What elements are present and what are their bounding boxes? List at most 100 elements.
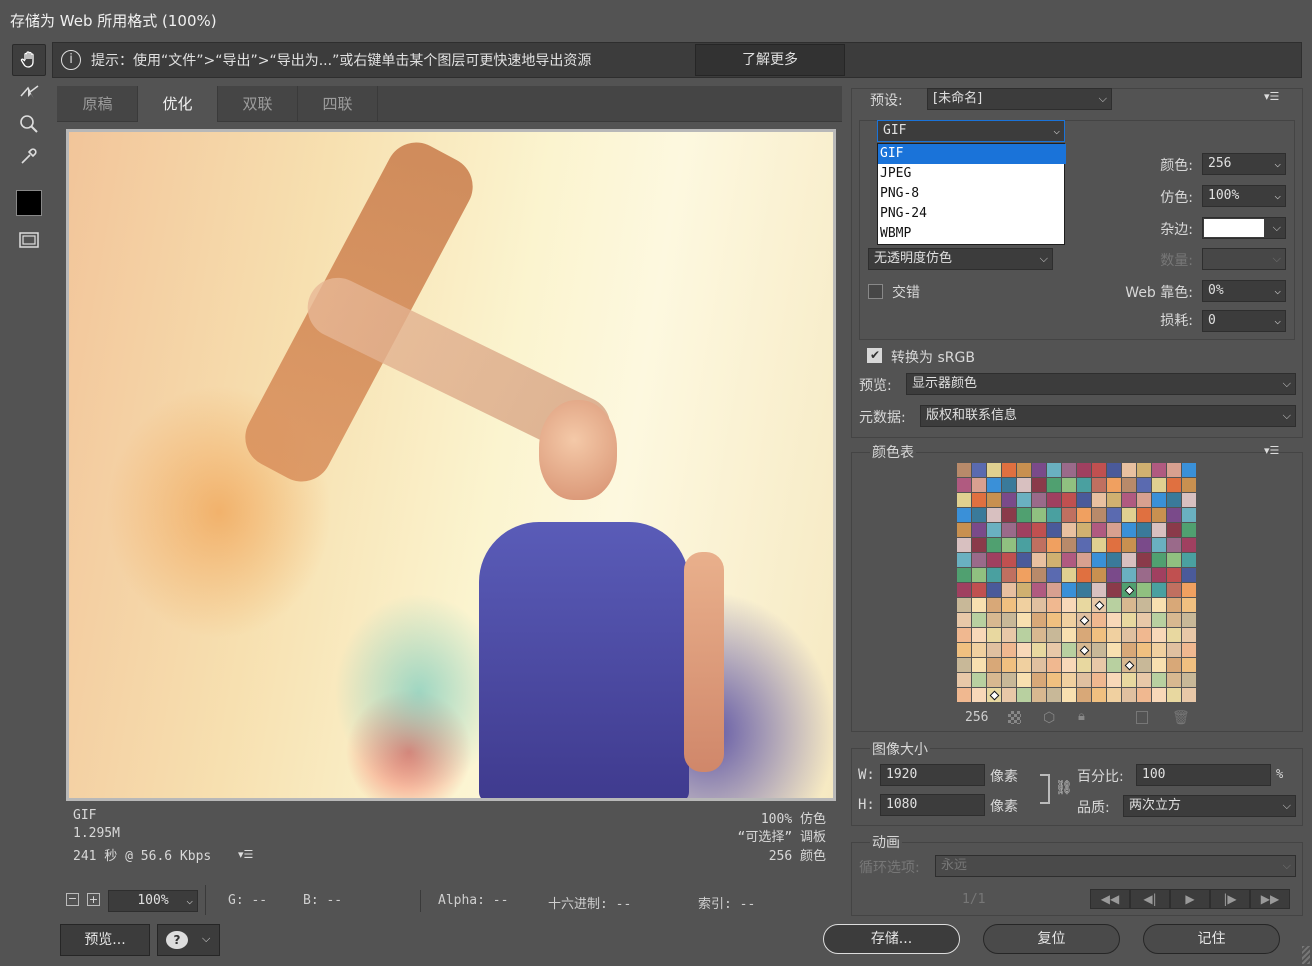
palette-swatch[interactable] <box>1092 568 1107 583</box>
palette-swatch[interactable] <box>1062 508 1077 523</box>
palette-swatch[interactable] <box>1077 688 1092 703</box>
palette-swatch[interactable] <box>1137 598 1152 613</box>
slice-select-tool[interactable] <box>12 76 46 108</box>
palette-swatch[interactable] <box>1047 493 1062 508</box>
percent-input[interactable]: 100 <box>1136 764 1271 786</box>
palette-swatch[interactable] <box>1077 583 1092 598</box>
palette-swatch[interactable] <box>1047 673 1062 688</box>
palette-swatch[interactable] <box>1107 673 1122 688</box>
palette-swatch[interactable] <box>987 508 1002 523</box>
preview-image[interactable] <box>69 132 833 798</box>
palette-swatch[interactable] <box>1032 478 1047 493</box>
palette-swatch[interactable] <box>1137 553 1152 568</box>
convert-srgb-checkbox[interactable] <box>867 348 882 363</box>
palette-swatch[interactable] <box>1077 568 1092 583</box>
palette-swatch[interactable] <box>1032 493 1047 508</box>
map-transparency-icon[interactable] <box>1008 711 1021 724</box>
palette-swatch[interactable] <box>1092 583 1107 598</box>
palette-swatch[interactable] <box>1047 583 1062 598</box>
palette-swatch[interactable] <box>1152 478 1167 493</box>
palette-swatch[interactable] <box>1152 598 1167 613</box>
palette-swatch[interactable] <box>1122 493 1137 508</box>
palette-swatch[interactable] <box>1062 613 1077 628</box>
palette-swatch[interactable] <box>1092 658 1107 673</box>
palette-swatch[interactable] <box>1182 628 1197 643</box>
palette-swatch[interactable] <box>972 658 987 673</box>
palette-swatch[interactable] <box>957 508 972 523</box>
palette-swatch[interactable] <box>1017 613 1032 628</box>
palette-swatch[interactable] <box>1002 493 1017 508</box>
palette-swatch[interactable] <box>987 688 1002 703</box>
download-speed-menu-icon[interactable]: ▾☰ <box>238 848 253 861</box>
preview-color-select[interactable]: 显示器颜色 ⌵ <box>906 373 1296 395</box>
palette-swatch[interactable] <box>1152 673 1167 688</box>
palette-swatch[interactable] <box>1092 478 1107 493</box>
palette-swatch[interactable] <box>1182 538 1197 553</box>
preview-in-browser-button[interactable]: 预览... <box>60 924 150 956</box>
zoom-level-select[interactable]: 100% ⌵ <box>108 890 198 912</box>
palette-swatch[interactable] <box>1167 538 1182 553</box>
palette-swatch[interactable] <box>1062 523 1077 538</box>
palette-swatch[interactable] <box>1077 463 1092 478</box>
palette-swatch[interactable] <box>972 493 987 508</box>
learn-more-button[interactable]: 了解更多 <box>695 44 845 76</box>
palette-swatch[interactable] <box>1032 568 1047 583</box>
palette-swatch[interactable] <box>1017 688 1032 703</box>
palette-swatch[interactable] <box>1092 613 1107 628</box>
palette-swatch[interactable] <box>1047 478 1062 493</box>
metadata-select[interactable]: 版权和联系信息 ⌵ <box>920 405 1296 427</box>
palette-swatch[interactable] <box>1062 493 1077 508</box>
format-select[interactable]: GIF ⌵ <box>877 120 1065 142</box>
palette-swatch[interactable] <box>1017 673 1032 688</box>
palette-swatch[interactable] <box>987 643 1002 658</box>
palette-swatch[interactable] <box>1137 568 1152 583</box>
palette-swatch[interactable] <box>972 568 987 583</box>
quality-select[interactable]: 两次立方 ⌵ <box>1123 795 1296 817</box>
palette-swatch[interactable] <box>1062 463 1077 478</box>
palette-swatch[interactable] <box>987 598 1002 613</box>
palette-swatch[interactable] <box>987 583 1002 598</box>
palette-swatch[interactable] <box>957 523 972 538</box>
palette-swatch[interactable] <box>1047 628 1062 643</box>
palette-swatch[interactable] <box>1167 658 1182 673</box>
palette-swatch[interactable] <box>957 673 972 688</box>
palette-swatch[interactable] <box>1047 568 1062 583</box>
palette-swatch[interactable] <box>1107 598 1122 613</box>
palette-swatch[interactable] <box>1002 568 1017 583</box>
palette-swatch[interactable] <box>1122 553 1137 568</box>
zoom-in-button[interactable]: + <box>87 893 100 906</box>
palette-swatch[interactable] <box>1107 688 1122 703</box>
palette-swatch[interactable] <box>1182 523 1197 538</box>
palette-swatch[interactable] <box>1182 508 1197 523</box>
palette-swatch[interactable] <box>1047 643 1062 658</box>
format-option-png8[interactable]: PNG-8 <box>878 184 1066 204</box>
palette-swatch[interactable] <box>1182 493 1197 508</box>
zoom-out-button[interactable]: − <box>66 893 79 906</box>
palette-swatch[interactable] <box>1017 538 1032 553</box>
loop-select[interactable]: 永远 ⌵ <box>935 855 1296 877</box>
palette-swatch[interactable] <box>1122 523 1137 538</box>
palette-swatch[interactable] <box>1152 568 1167 583</box>
palette-swatch[interactable] <box>1092 598 1107 613</box>
palette-swatch[interactable] <box>1122 688 1137 703</box>
palette-swatch[interactable] <box>1122 643 1137 658</box>
palette-swatch[interactable] <box>1047 658 1062 673</box>
palette-swatch[interactable] <box>1122 628 1137 643</box>
palette-swatch[interactable] <box>1107 628 1122 643</box>
resize-grip[interactable] <box>1302 946 1310 964</box>
palette-swatch[interactable] <box>1032 613 1047 628</box>
palette-swatch[interactable] <box>972 523 987 538</box>
palette-swatch[interactable] <box>1152 628 1167 643</box>
palette-swatch[interactable] <box>987 553 1002 568</box>
palette-swatch[interactable] <box>1182 688 1197 703</box>
palette-swatch[interactable] <box>1062 583 1077 598</box>
palette-swatch[interactable] <box>1152 583 1167 598</box>
palette-swatch[interactable] <box>972 553 987 568</box>
palette-swatch[interactable] <box>1137 538 1152 553</box>
palette-swatch[interactable] <box>1122 538 1137 553</box>
palette-swatch[interactable] <box>1092 493 1107 508</box>
palette-swatch[interactable] <box>1092 673 1107 688</box>
palette-swatch[interactable] <box>957 553 972 568</box>
palette-swatch[interactable] <box>1152 658 1167 673</box>
palette-swatch[interactable] <box>957 643 972 658</box>
